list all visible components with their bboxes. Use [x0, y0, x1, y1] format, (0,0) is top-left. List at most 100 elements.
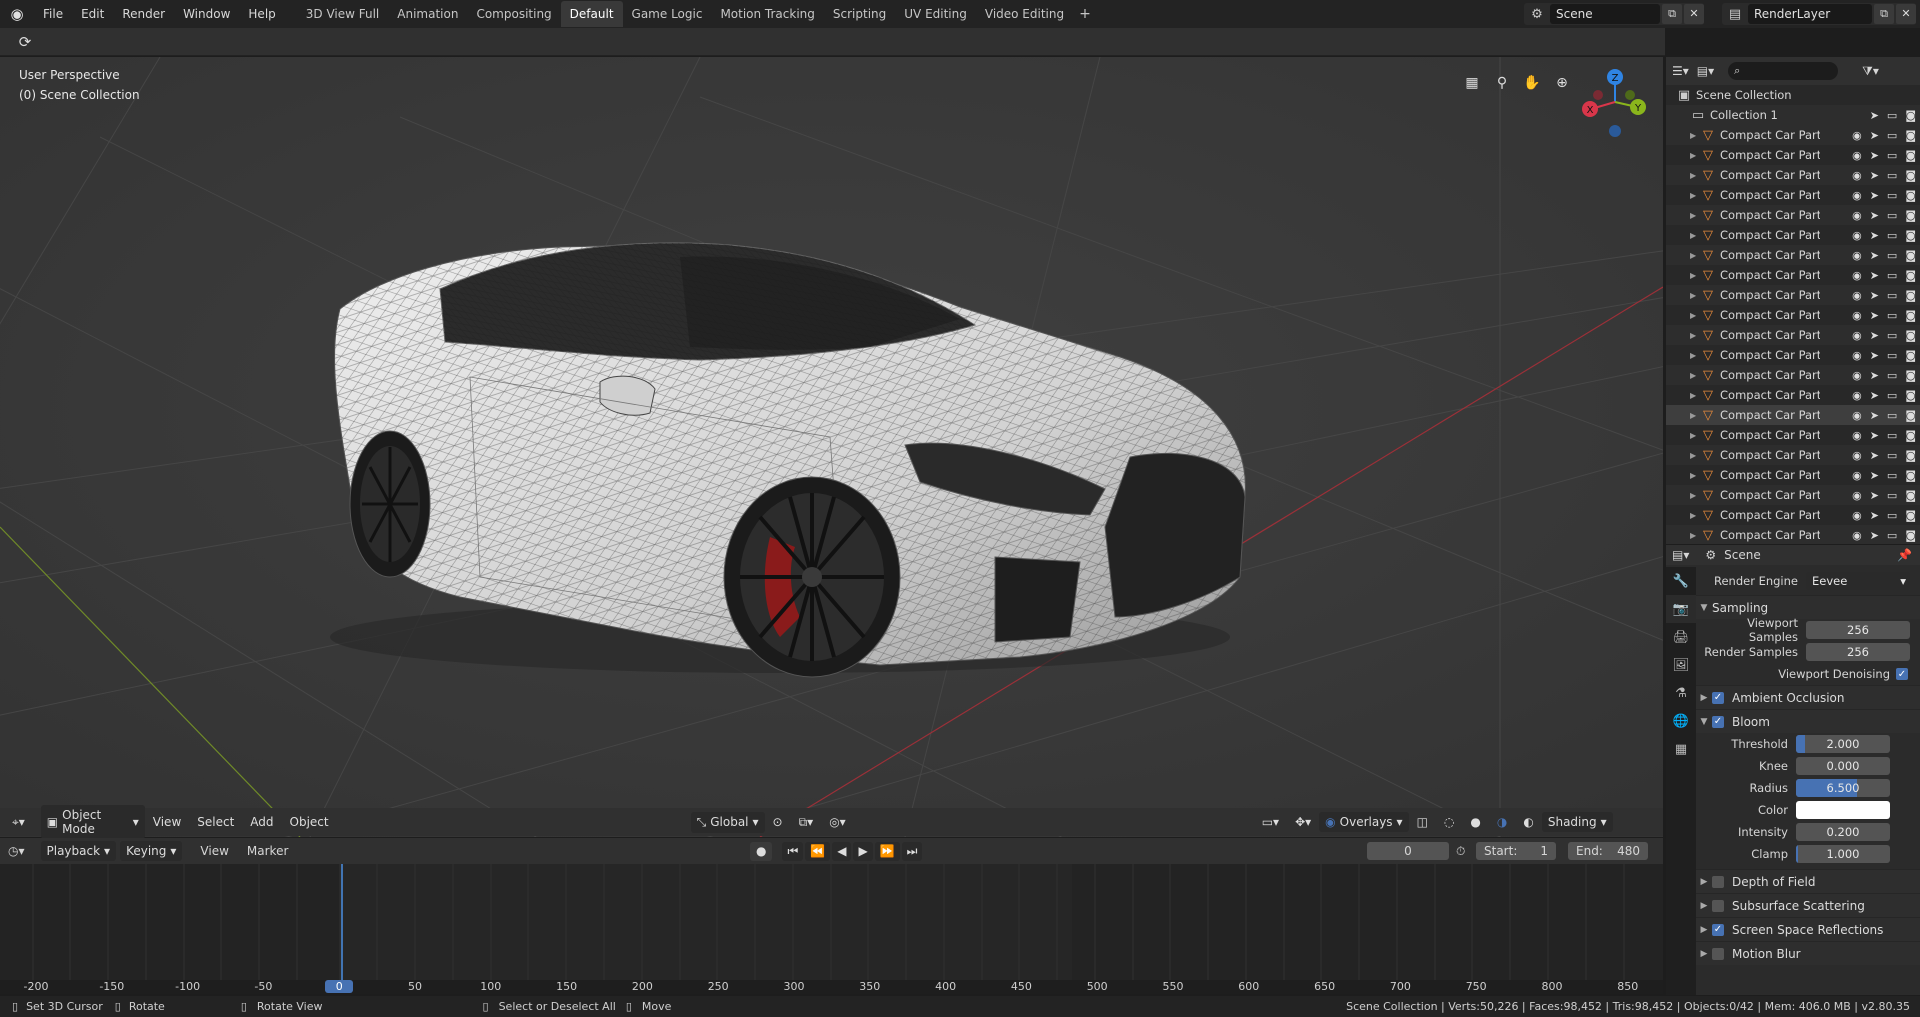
outliner-item[interactable]: ▶▽Compact Car Part.0◉➤▭◙: [1666, 385, 1920, 405]
tab-motion-tracking[interactable]: Motion Tracking: [711, 1, 823, 27]
eye-icon[interactable]: ◉: [1852, 469, 1862, 482]
select-arrow-icon[interactable]: ➤: [1870, 489, 1879, 502]
pivot-icon[interactable]: ⊙: [765, 815, 791, 829]
viewport-denoising-checkbox[interactable]: ✓: [1896, 668, 1908, 680]
depth-of-field-section[interactable]: ▶ Depth of Field: [1696, 869, 1920, 893]
delete-scene-icon[interactable]: ✕: [1684, 4, 1704, 24]
eye-icon[interactable]: ◉: [1852, 209, 1862, 222]
eye-icon[interactable]: ◉: [1852, 329, 1862, 342]
depth-of-field-checkbox[interactable]: [1712, 875, 1724, 888]
menu-add[interactable]: Add: [242, 815, 281, 829]
outliner-collection-1[interactable]: ▭ Collection 1 ➤ ▭ ◙: [1666, 105, 1920, 125]
properties-editor-icon[interactable]: ▤▾: [1672, 548, 1689, 562]
outliner-item[interactable]: ▶▽Compact Car Part.0◉➤▭◙: [1666, 305, 1920, 325]
transform-tool-icon[interactable]: ⟳: [12, 31, 38, 53]
use-preview-range-icon[interactable]: ⏱: [1456, 844, 1465, 859]
eye-icon[interactable]: ◉: [1852, 169, 1862, 182]
overlays-dropdown[interactable]: ◉ Overlays ▾: [1319, 812, 1409, 832]
select-arrow-icon[interactable]: ➤: [1870, 329, 1879, 342]
shading-material-icon[interactable]: ◑: [1489, 815, 1515, 829]
camera-icon[interactable]: ◙: [1905, 189, 1916, 202]
add-workspace-icon[interactable]: +: [1073, 2, 1097, 26]
scene-name-field[interactable]: Scene: [1550, 4, 1660, 24]
shading-wireframe-icon[interactable]: ◌: [1436, 815, 1462, 829]
xray-icon[interactable]: ◫: [1409, 815, 1436, 829]
end-frame-field[interactable]: End: 480: [1568, 842, 1648, 860]
outliner-item[interactable]: ▶▽Compact Car Part.0◉➤▭◙: [1666, 505, 1920, 525]
camera-icon[interactable]: ◙: [1905, 529, 1916, 542]
expand-arrow-icon[interactable]: ▶: [1690, 311, 1700, 320]
camera-icon[interactable]: ◙: [1905, 449, 1916, 462]
monitor-icon[interactable]: ▭: [1887, 389, 1897, 402]
select-arrow-icon[interactable]: ➤: [1870, 529, 1879, 542]
3d-viewport[interactable]: User Perspective (0) Scene Collection ▦ …: [0, 57, 1663, 837]
play-reverse-icon[interactable]: ◀: [832, 841, 852, 861]
expand-arrow-icon[interactable]: ▶: [1690, 351, 1700, 360]
select-arrow-icon[interactable]: ➤: [1870, 269, 1879, 282]
outliner-item[interactable]: ▶▽Compact Car Part.0◉➤▭◙: [1666, 205, 1920, 225]
tab-scripting[interactable]: Scripting: [824, 1, 895, 27]
monitor-icon[interactable]: ▭: [1887, 169, 1897, 182]
eye-icon[interactable]: ◉: [1852, 309, 1862, 322]
intensity-slider[interactable]: 0.200: [1796, 823, 1890, 841]
eye-icon[interactable]: ◉: [1852, 149, 1862, 162]
monitor-icon[interactable]: ▭: [1887, 489, 1897, 502]
camera-icon[interactable]: ◙: [1905, 249, 1916, 262]
select-arrow-icon[interactable]: ➤: [1870, 469, 1879, 482]
camera-icon[interactable]: ◙: [1905, 429, 1916, 442]
monitor-icon[interactable]: ▭: [1887, 149, 1897, 162]
monitor-icon[interactable]: ▭: [1887, 369, 1897, 382]
pin-icon[interactable]: 📌: [1897, 548, 1912, 562]
tab-default[interactable]: Default: [560, 1, 623, 27]
tab-uv-editing[interactable]: UV Editing: [895, 1, 976, 27]
outliner-search-input[interactable]: ⌕: [1728, 62, 1839, 80]
editor-type-icon[interactable]: ⌖▾: [4, 815, 33, 830]
monitor-icon[interactable]: ▭: [1887, 329, 1897, 342]
monitor-icon[interactable]: ▭: [1887, 409, 1897, 422]
outliner-item[interactable]: ▶▽Compact Car Part.0◉➤▭◙: [1666, 525, 1920, 544]
monitor-icon[interactable]: ▭: [1887, 209, 1897, 222]
select-arrow-icon[interactable]: ➤: [1870, 229, 1879, 242]
keying-menu[interactable]: Keying ▾: [120, 841, 183, 861]
monitor-icon[interactable]: ▭: [1887, 429, 1897, 442]
navigation-gizmo[interactable]: Z Y X: [1575, 67, 1655, 147]
current-frame-field[interactable]: 0: [1367, 842, 1449, 860]
select-arrow-icon[interactable]: ➤: [1870, 389, 1879, 402]
select-arrow-icon[interactable]: ➤: [1870, 449, 1879, 462]
select-arrow-icon[interactable]: ➤: [1870, 429, 1879, 442]
playback-menu[interactable]: Playback ▾: [40, 841, 117, 861]
outliner-item[interactable]: ▶▽Compact Car Part.0◉➤▭◙: [1666, 245, 1920, 265]
snap-icon[interactable]: ⧉▾: [791, 815, 822, 830]
view-layer-tab-icon[interactable]: 🖼: [1666, 651, 1696, 679]
outliner-item[interactable]: ▶▽Compact Car Part.0◉➤▭◙: [1666, 445, 1920, 465]
scene-tab-icon[interactable]: ⚗: [1666, 679, 1696, 707]
eye-icon[interactable]: ◉: [1852, 449, 1862, 462]
expand-arrow-icon[interactable]: ▶: [1690, 231, 1700, 240]
monitor-icon[interactable]: ▭: [1887, 269, 1897, 282]
delete-view-layer-icon[interactable]: ✕: [1896, 4, 1916, 24]
select-arrow-icon[interactable]: ➤: [1870, 369, 1879, 382]
camera-icon[interactable]: ◙: [1905, 289, 1916, 302]
grid-toggle-icon[interactable]: ▦: [1460, 71, 1484, 95]
ssr-checkbox[interactable]: ✓: [1712, 923, 1724, 936]
outliner-item[interactable]: ▶▽Compact Car Part.0◉➤▭◙: [1666, 165, 1920, 185]
expand-arrow-icon[interactable]: ▶: [1690, 451, 1700, 460]
motion-blur-section[interactable]: ▶ Motion Blur: [1696, 941, 1920, 965]
expand-arrow-icon[interactable]: ▶: [1690, 271, 1700, 280]
tab-game-logic[interactable]: Game Logic: [623, 1, 712, 27]
expand-arrow-icon[interactable]: ▶: [1690, 511, 1700, 520]
menu-object[interactable]: Object: [282, 815, 337, 829]
outliner-item[interactable]: ▶▽Compact Car Part.0◉➤▭◙: [1666, 185, 1920, 205]
play-icon[interactable]: ▶: [853, 841, 873, 861]
timeline-view-menu[interactable]: View: [190, 844, 238, 858]
select-arrow-icon[interactable]: ➤: [1870, 309, 1879, 322]
texture-tab-icon[interactable]: ▦: [1666, 735, 1696, 763]
eye-icon[interactable]: ◉: [1852, 289, 1862, 302]
eye-icon[interactable]: ◉: [1852, 369, 1862, 382]
menu-select[interactable]: Select: [189, 815, 242, 829]
outliner-item[interactable]: ▶▽Compact Car Part.0◉➤▭◙: [1666, 145, 1920, 165]
expand-arrow-icon[interactable]: ▶: [1690, 251, 1700, 260]
select-arrow-icon[interactable]: ➤: [1870, 149, 1879, 162]
expand-arrow-icon[interactable]: ▶: [1690, 371, 1700, 380]
new-view-layer-icon[interactable]: ⧉: [1874, 4, 1894, 24]
